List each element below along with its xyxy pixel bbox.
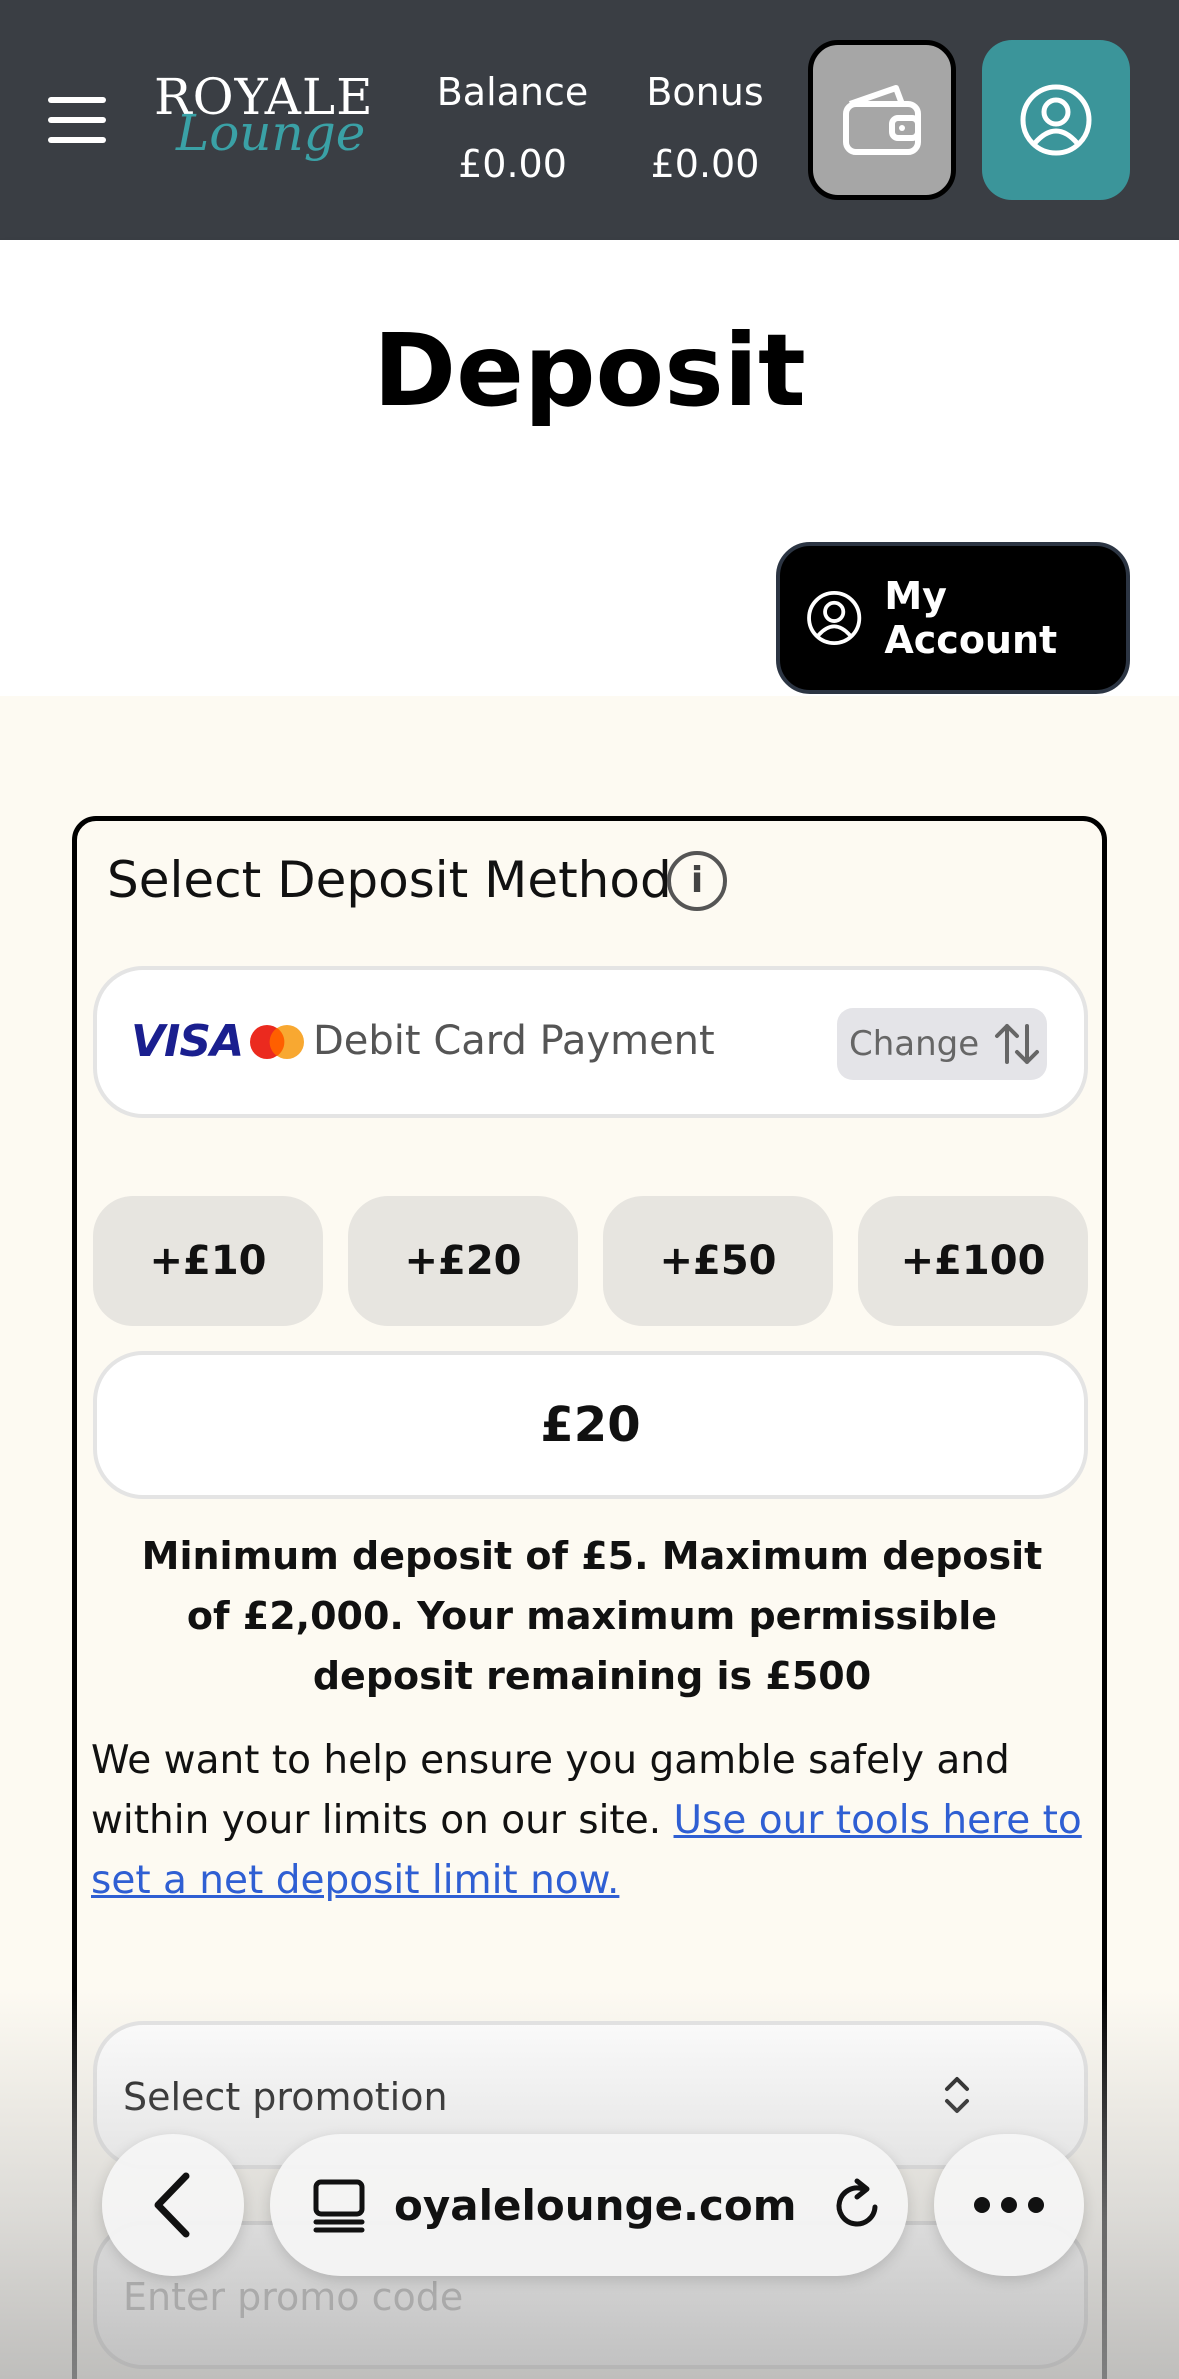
reload-icon[interactable] xyxy=(827,2175,887,2235)
balance-value: £0.00 xyxy=(458,142,567,186)
change-method-button[interactable]: Change xyxy=(837,1008,1047,1080)
safe-gambling-text: We want to help ensure you gamble safely… xyxy=(91,1731,1091,1911)
info-icon[interactable]: i xyxy=(667,851,727,911)
my-account-label: My Account xyxy=(884,574,1058,662)
top-navigation-bar: ROYALE Lounge Balance £0.00 Bonus £0.00 xyxy=(0,0,1179,240)
quick-amount-100-button[interactable]: +£100 xyxy=(858,1196,1088,1326)
promo-code-placeholder: Enter promo code xyxy=(123,2275,464,2319)
chevron-updown-icon xyxy=(945,2077,969,2113)
browser-back-button[interactable] xyxy=(102,2134,244,2276)
change-method-label: Change xyxy=(849,1024,980,1064)
quick-amount-50-button[interactable]: +£50 xyxy=(603,1196,833,1326)
visa-logo: VISA xyxy=(131,1016,244,1067)
deposit-method-heading: Select Deposit Method xyxy=(107,851,672,909)
mastercard-logo-icon xyxy=(250,1025,304,1059)
browser-address-bar[interactable]: oyalelounge.com xyxy=(270,2134,908,2276)
swap-vertical-icon xyxy=(995,1024,1040,1064)
quick-amount-20-button[interactable]: +£20 xyxy=(348,1196,578,1326)
wallet-button[interactable] xyxy=(808,40,956,200)
browser-more-button[interactable] xyxy=(934,2134,1084,2276)
chevron-left-icon xyxy=(154,2172,190,2238)
promotion-select-label: Select promotion xyxy=(123,2075,448,2119)
deposit-amount-input[interactable]: £20 xyxy=(93,1351,1088,1499)
my-account-button[interactable]: My Account xyxy=(776,542,1130,694)
bonus-display: Bonus £0.00 xyxy=(630,56,780,200)
bonus-label: Bonus xyxy=(646,70,764,114)
wallet-icon xyxy=(843,85,921,155)
deposit-method-label: Debit Card Payment xyxy=(313,1018,715,1064)
logo-text-lounge: Lounge xyxy=(176,104,366,162)
account-icon-button[interactable] xyxy=(982,40,1130,200)
user-circle-icon xyxy=(1020,84,1092,156)
hamburger-icon[interactable] xyxy=(48,97,108,143)
page-title-bar: Deposit xyxy=(0,240,1179,504)
deposit-limits-text: Minimum deposit of £5. Maximum deposit o… xyxy=(141,1534,1043,1698)
site-logo[interactable]: ROYALE Lounge xyxy=(150,62,373,172)
quick-amount-10-button[interactable]: +£10 xyxy=(93,1196,323,1326)
balance-display: Balance £0.00 xyxy=(430,56,595,200)
browser-url-text: oyalelounge.com xyxy=(394,2180,797,2230)
bonus-value: £0.00 xyxy=(650,142,760,186)
balance-label: Balance xyxy=(436,70,589,114)
user-circle-icon xyxy=(807,590,862,646)
deposit-method-selector[interactable]: VISA Debit Card Payment Change xyxy=(93,966,1088,1118)
page-title: Deposit xyxy=(373,312,806,429)
more-horizontal-icon xyxy=(974,2197,1044,2213)
tabs-icon xyxy=(313,2179,365,2233)
